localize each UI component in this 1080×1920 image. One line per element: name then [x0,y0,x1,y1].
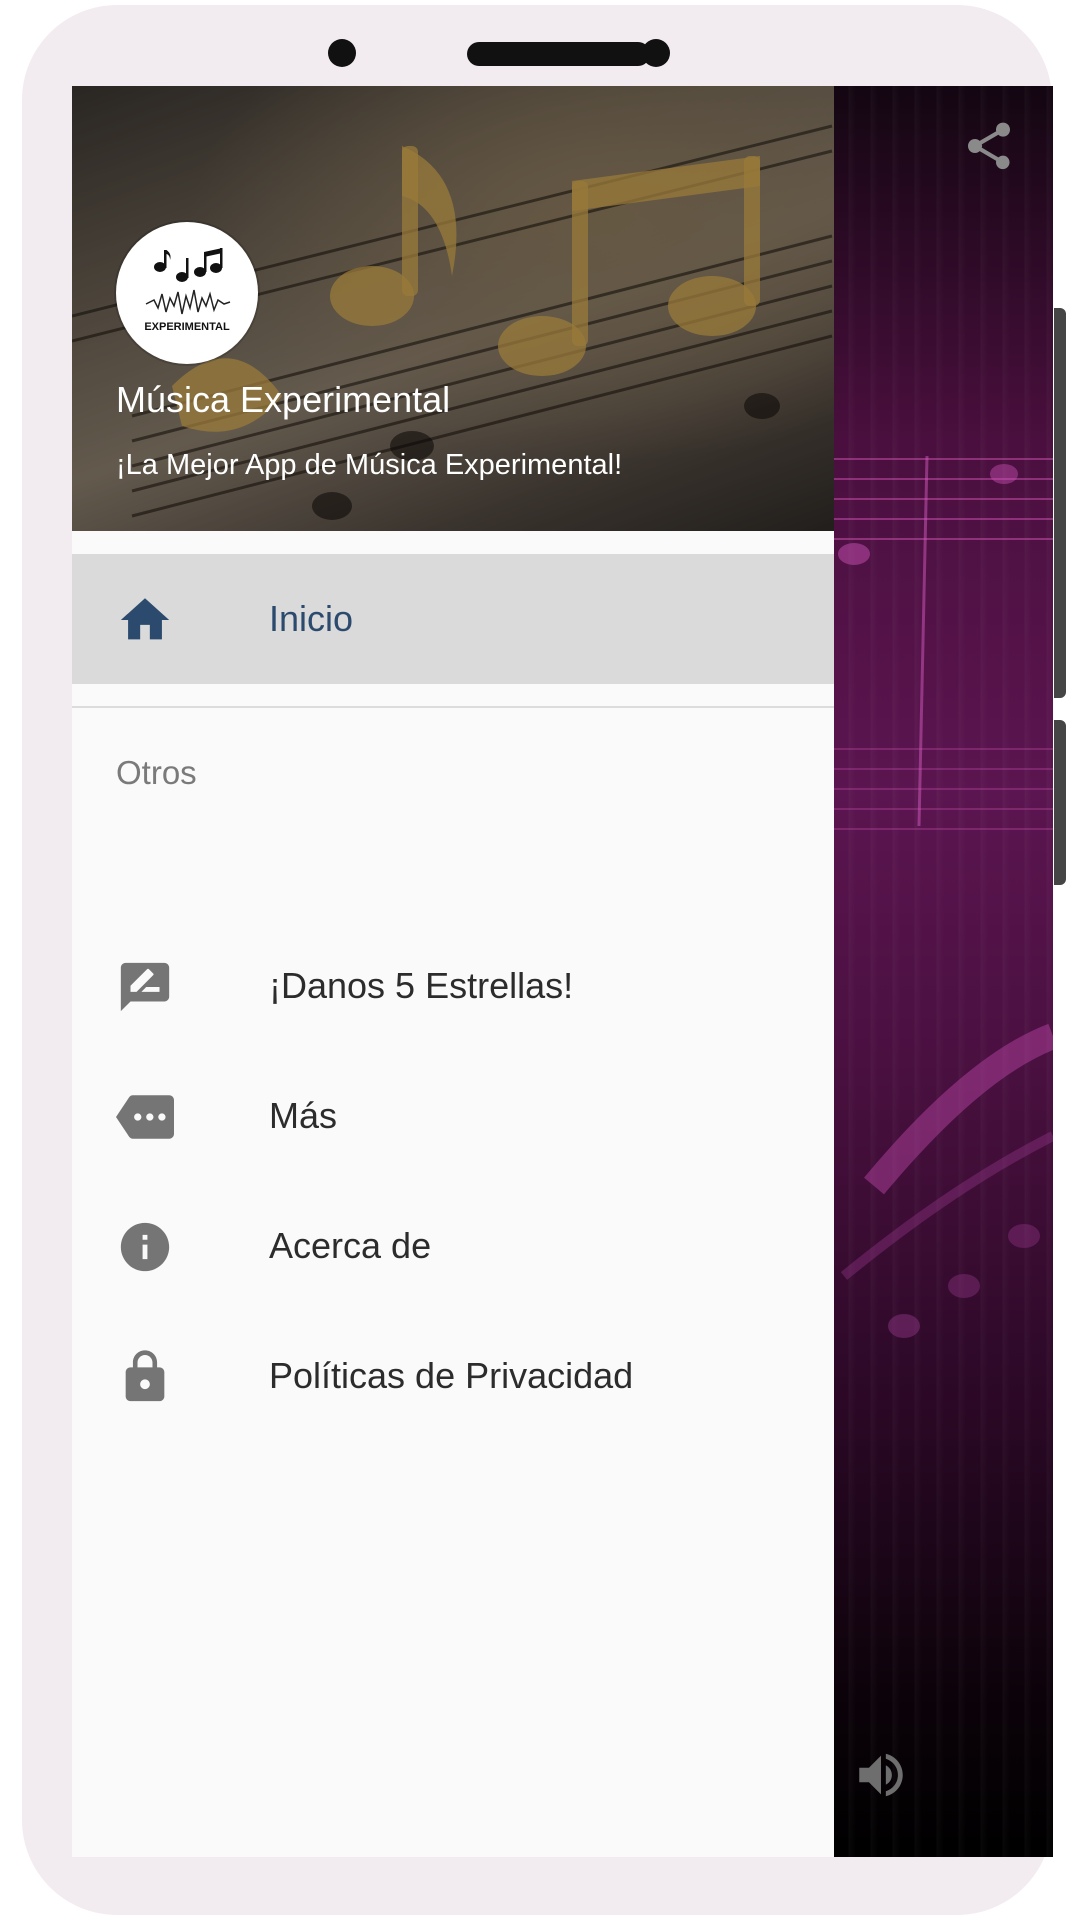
menu-item-label: ¡Danos 5 Estrellas! [269,965,574,1006]
app-tagline: ¡La Mejor App de Música Experimental! [116,449,623,481]
main-content-scrim[interactable] [834,86,1053,1857]
menu-item-privacidad[interactable]: Políticas de Privacidad [72,1311,834,1441]
menu-item-acerca-de[interactable]: Acerca de [72,1181,834,1311]
logo-text: EXPERIMENTAL [144,321,230,333]
volume-side-button [1054,720,1066,885]
more-tag-icon [116,1095,174,1139]
menu-item-label: Acerca de [269,1225,432,1266]
menu-item-inicio[interactable]: Inicio [72,554,834,684]
app-name: Música Experimental [116,379,451,420]
menu-item-label: Inicio [269,598,354,639]
music-logo-icon: EXPERIMENTAL [144,248,231,333]
app-logo-avatar: EXPERIMENTAL [116,222,258,364]
navigation-drawer: EXPERIMENTAL Música Experimental ¡La Mej… [72,86,834,1857]
home-icon [120,598,170,640]
info-icon [120,1222,170,1272]
section-divider [72,706,834,708]
lock-icon [125,1350,165,1402]
menu-item-mas[interactable]: Más [72,1051,834,1181]
menu-item-label: Más [269,1095,338,1136]
camera-dot [328,39,356,67]
volume-icon[interactable] [852,1746,910,1804]
screen: EXPERIMENTAL Música Experimental ¡La Mej… [72,86,1053,1857]
music-notes-decoration [838,455,1053,1338]
share-icon[interactable] [961,118,1017,174]
menu-item-rate-app[interactable]: ¡Danos 5 Estrellas! [72,921,834,1051]
section-header-otros: Otros [116,754,197,791]
sensor-dot [642,39,670,67]
drawer-header: EXPERIMENTAL Música Experimental ¡La Mej… [72,86,834,531]
phone-frame: EXPERIMENTAL Música Experimental ¡La Mej… [22,5,1066,1915]
speaker-grille [467,42,650,66]
power-button [1054,308,1066,698]
rate-review-icon [120,962,170,1012]
menu-item-label: Políticas de Privacidad [269,1355,634,1396]
